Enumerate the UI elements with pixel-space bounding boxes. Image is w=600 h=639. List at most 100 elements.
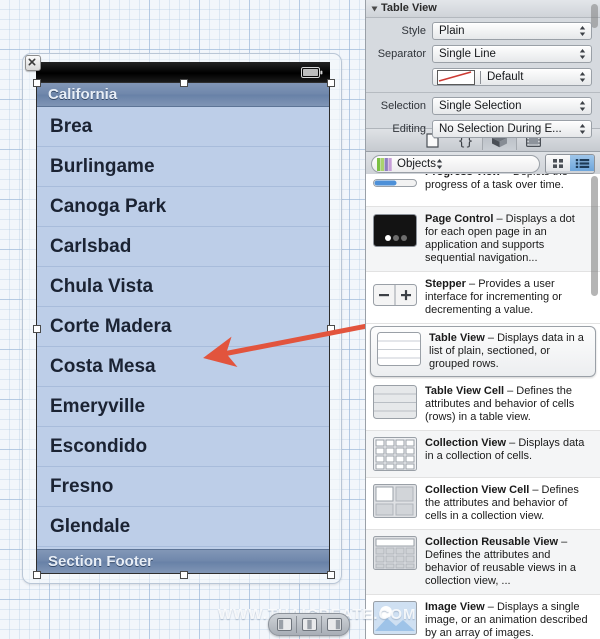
editor-layout-segmented-control[interactable]: [268, 613, 350, 636]
resize-handle-top-left[interactable]: [33, 79, 41, 87]
inspector-row: Separator Single Line: [366, 44, 600, 64]
library-category-popup[interactable]: Objects: [371, 155, 540, 173]
library-item-title: Image View: [425, 601, 485, 613]
library-view-mode-toggle[interactable]: [545, 154, 595, 174]
resize-handle-bottom-right[interactable]: [327, 571, 335, 579]
table-view-row[interactable]: Canoga Park: [37, 187, 329, 227]
inspector-popup-separator[interactable]: Single Line: [432, 45, 592, 63]
inspector-popup-separator-color[interactable]: Default: [432, 68, 592, 86]
library-object-list[interactable]: Progress View – Depicts the progress of …: [366, 174, 600, 639]
view-utilities-right-icon[interactable]: [321, 616, 346, 633]
library-item-title: Progress View: [425, 174, 501, 178]
inspector-row: Default: [366, 67, 600, 87]
table-view-row[interactable]: Fresno: [37, 467, 329, 507]
inspector-popup-selection[interactable]: Single Selection: [432, 97, 592, 115]
library-category-label: Objects: [397, 158, 436, 170]
disclosure-triangle-icon[interactable]: [371, 6, 378, 11]
chevron-updown-icon: [579, 101, 586, 111]
chevron-updown-icon: [579, 72, 586, 82]
view-utilities-left-icon[interactable]: [272, 616, 296, 633]
library-item-text: Table View – Displays data in a list of …: [429, 332, 586, 371]
collection-view-icon: [372, 437, 418, 471]
resize-handle-bottom-center[interactable]: [180, 571, 188, 579]
view-utilities-center-icon[interactable]: [296, 616, 321, 633]
chevron-updown-icon: [579, 49, 586, 59]
grid-view-icon[interactable]: [546, 155, 570, 171]
library-item[interactable]: Collection View – Displays data in a col…: [366, 431, 600, 478]
table-view-row[interactable]: Chula Vista: [37, 267, 329, 307]
library-item-title: Collection View: [425, 437, 507, 449]
inspector-field-value: Plain: [439, 25, 465, 37]
inspector-row: Editing No Selection During E...: [366, 119, 600, 139]
inspector-fields[interactable]: Style Plain Separator Single Line Default Sel…: [366, 21, 600, 139]
inspector-popup-editing[interactable]: No Selection During E...: [432, 120, 592, 138]
inspector-scrollbar[interactable]: [591, 4, 598, 28]
library-scrollbar[interactable]: [591, 176, 598, 296]
chevron-updown-icon: [436, 159, 443, 169]
stepper-icon: [372, 278, 418, 312]
library-item-text: Image View – Displays a single image, or…: [425, 601, 590, 639]
table-view-cell-icon: [372, 385, 418, 419]
collection-view-cell-icon: [372, 484, 418, 518]
library-item-text: Progress View – Depicts the progress of …: [425, 174, 590, 200]
library-item-text: Table View Cell – Defines the attributes…: [425, 385, 590, 424]
library-category-icon: [377, 157, 392, 171]
table-view-row[interactable]: Carlsbad: [37, 227, 329, 267]
inspector-field-value: Single Line: [439, 48, 496, 60]
library-item[interactable]: Collection Reusable View – Defines the a…: [366, 530, 600, 595]
no-color-icon: [438, 70, 472, 82]
resize-handle-middle-left[interactable]: [33, 325, 41, 333]
resize-handle-middle-right[interactable]: [327, 325, 335, 333]
library-item-text: Collection View – Displays data in a col…: [425, 437, 590, 471]
library-item[interactable]: Collection View Cell – Defines the attri…: [366, 478, 600, 530]
utilities-panel[interactable]: Table View Style Plain Separator Single Lin…: [365, 0, 600, 639]
inspector-field-label: Selection: [380, 100, 426, 112]
table-view-row[interactable]: Brea: [37, 107, 329, 147]
inspector-row: Style Plain: [366, 21, 600, 41]
battery-icon: [301, 67, 323, 78]
inspector-popup-style[interactable]: Plain: [432, 22, 592, 40]
resize-handle-top-right[interactable]: [327, 79, 335, 87]
progress-view-icon: [372, 174, 418, 200]
inspector-field-value: Default: [487, 71, 524, 83]
chevron-updown-icon: [579, 26, 586, 36]
inspector-field-value: Single Selection: [439, 100, 522, 112]
design-canvas[interactable]: California Brea Burlingame Canoga Park Carl…: [0, 0, 416, 639]
device-preview[interactable]: California Brea Burlingame Canoga Park Carl…: [36, 62, 330, 574]
inspector-field-label: Separator: [377, 48, 426, 60]
inspector-title: Table View: [381, 2, 437, 14]
library-item-title: Stepper: [425, 278, 466, 290]
library-item-title: Table View: [429, 332, 485, 344]
attributes-inspector[interactable]: Table View Style Plain Separator Single Lin…: [366, 0, 600, 138]
collection-reusable-view-icon: [372, 536, 418, 570]
color-well[interactable]: [437, 69, 475, 85]
table-view-row[interactable]: Emeryville: [37, 387, 329, 427]
library-item[interactable]: Page Control – Displays a dot for each o…: [366, 207, 600, 272]
table-view-row[interactable]: Burlingame: [37, 147, 329, 187]
list-view-icon[interactable]: [570, 155, 594, 171]
library-item[interactable]: Table View – Displays data in a list of …: [370, 326, 596, 377]
library-item-title: Collection Reusable View: [425, 536, 559, 548]
close-icon[interactable]: [25, 55, 41, 71]
library-item[interactable]: Table View Cell – Defines the attributes…: [366, 379, 600, 431]
library-item[interactable]: Stepper – Provides a user interface for …: [366, 272, 600, 324]
popup-divider: [480, 70, 481, 84]
inspector-section-header[interactable]: Table View: [366, 0, 600, 18]
library-item-title: Page Control: [425, 213, 494, 225]
table-view-row[interactable]: Glendale: [37, 507, 329, 547]
library-item[interactable]: Progress View – Depicts the progress of …: [366, 174, 600, 207]
library-item-text: Collection Reusable View – Defines the a…: [425, 536, 590, 588]
inspector-field-label: Editing: [392, 123, 426, 135]
resize-handle-top-center[interactable]: [180, 79, 188, 87]
table-view-row[interactable]: Corte Madera: [37, 307, 329, 347]
table-view[interactable]: California Brea Burlingame Canoga Park Carl…: [36, 82, 330, 574]
table-view-row[interactable]: Costa Mesa: [37, 347, 329, 387]
inspector-divider: [366, 92, 600, 93]
table-view-icon: [376, 332, 422, 366]
resize-handle-bottom-left[interactable]: [33, 571, 41, 579]
section-footer: Section Footer: [37, 549, 329, 573]
table-view-rows[interactable]: Brea Burlingame Canoga Park Carlsbad Chula V…: [37, 107, 329, 549]
table-view-row[interactable]: Escondido: [37, 427, 329, 467]
library-item-title: Table View Cell: [425, 385, 505, 397]
library-item-text: Collection View Cell – Defines the attri…: [425, 484, 590, 523]
